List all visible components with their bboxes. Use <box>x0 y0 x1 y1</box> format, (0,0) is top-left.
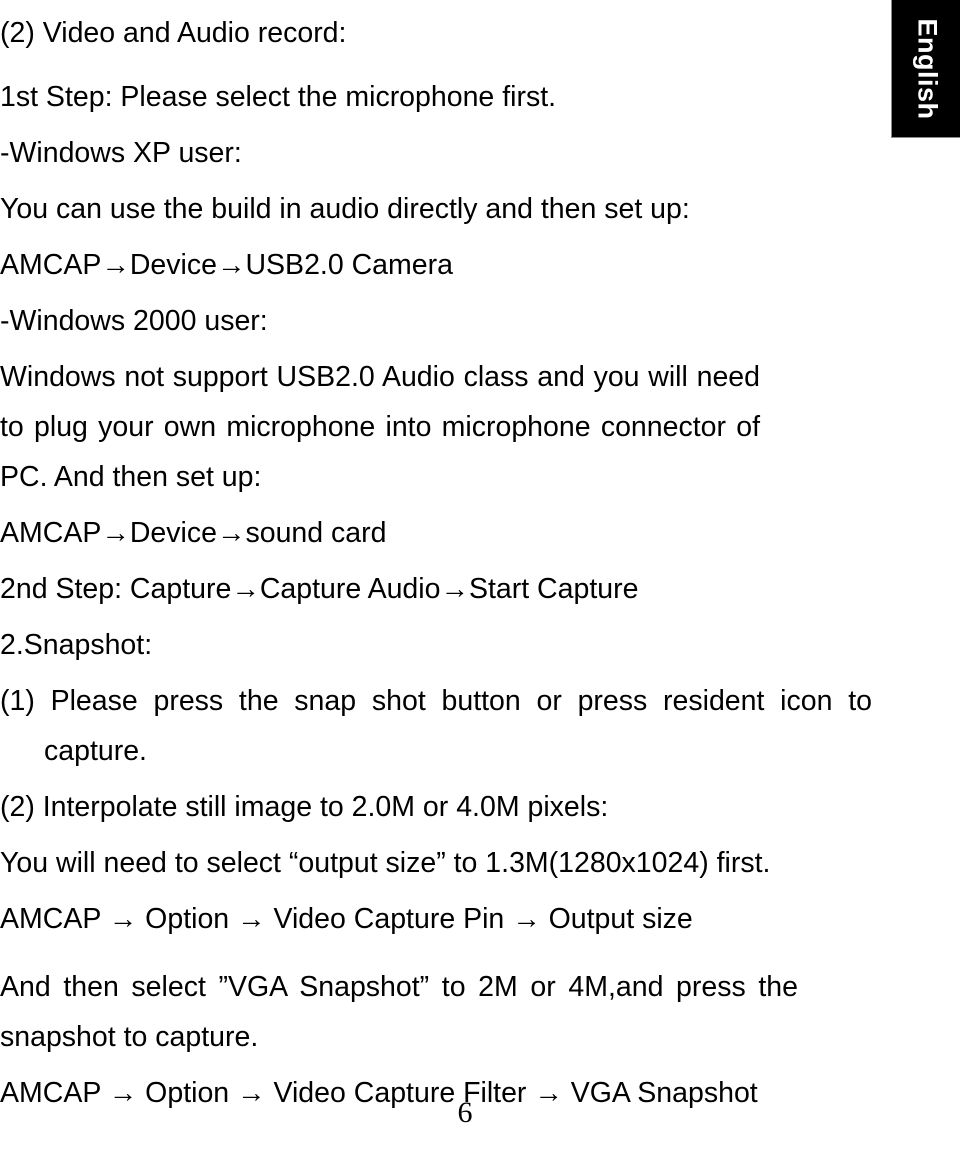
document-body: (2) Video and Audio record: 1st Step: Pl… <box>0 0 960 1118</box>
paragraph-step-1: 1st Step: Please select the microphone f… <box>0 81 557 113</box>
list-item-snapshot-1: (1) Please press the snap shot button or… <box>0 685 880 767</box>
paragraph-xp-detail: You can use the build in audio directly … <box>0 193 690 225</box>
paragraph-w2000-menu-path: AMCAP→Device→sound card <box>0 517 387 549</box>
paragraph-output-size-menu-path: AMCAP → Option → Video Capture Pin → Out… <box>0 903 693 935</box>
paragraph-output-size-note: You will need to select “output size” to… <box>0 847 771 879</box>
paragraph-windows-2000-user: -Windows 2000 user: <box>0 305 268 337</box>
section-heading-snapshot: 2.Snapshot: <box>0 629 153 661</box>
page-number: 6 <box>457 1096 473 1129</box>
paragraph-step-2: 2nd Step: Capture→Capture Audio→Start Ca… <box>0 573 639 605</box>
list-item-snapshot-2: (2) Interpolate still image to 2.0M or 4… <box>0 791 609 823</box>
paragraph-windows-2000-detail: Windows not support USB2.0 Audio class a… <box>0 361 768 493</box>
document-page: English (2) Video and Audio record: 1st … <box>0 0 960 1156</box>
section-heading-video-audio-record: (2) Video and Audio record: <box>0 17 347 49</box>
paragraph-windows-xp-user: -Windows XP user: <box>0 137 242 169</box>
paragraph-vga-snapshot-note: And then select ”VGA Snapshot” to 2M or … <box>0 971 806 1053</box>
paragraph-xp-menu-path: AMCAP→Device→USB2.0 Camera <box>0 249 453 281</box>
